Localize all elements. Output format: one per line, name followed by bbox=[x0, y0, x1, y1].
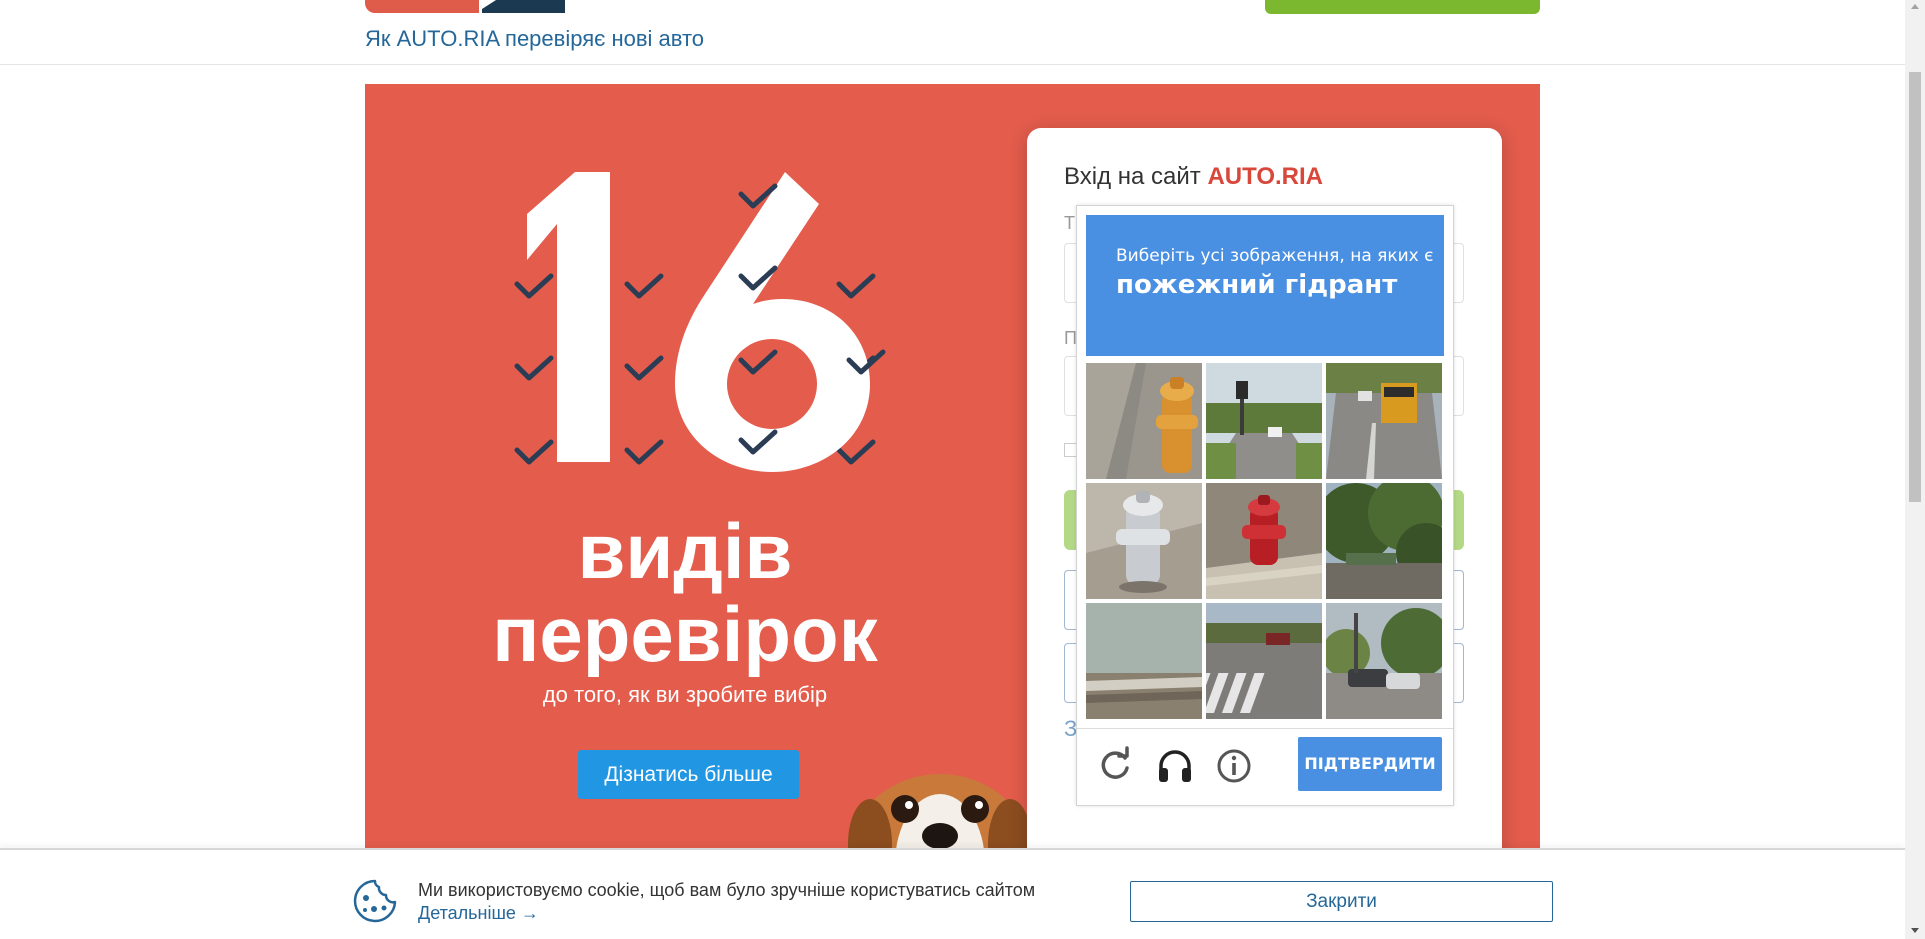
headphones-icon[interactable] bbox=[1155, 746, 1195, 786]
refresh-icon[interactable] bbox=[1095, 746, 1135, 786]
captcha-tile-trees[interactable] bbox=[1326, 483, 1442, 599]
dog-mascot bbox=[840, 764, 1040, 854]
info-icon[interactable] bbox=[1214, 746, 1254, 786]
top-tab-dark[interactable] bbox=[482, 0, 565, 13]
learn-more-button[interactable]: Дізнатись більше bbox=[578, 750, 799, 799]
banner-subtitle: до того, як ви зробите вибір bbox=[542, 682, 828, 707]
captcha-tile-road-traffic[interactable] bbox=[1206, 363, 1322, 479]
scroll-down-arrow-icon[interactable] bbox=[1911, 928, 1919, 933]
number-16-graphic bbox=[527, 172, 886, 472]
cookie-details-link[interactable]: Детальніше → bbox=[418, 903, 539, 924]
login-title-text: Вхід на сайт bbox=[1064, 163, 1208, 190]
banner-headline-1: видів bbox=[577, 507, 793, 595]
dog-icon bbox=[848, 774, 1032, 854]
cookie-close-button[interactable]: Закрити bbox=[1130, 881, 1553, 922]
scroll-up-arrow-icon[interactable] bbox=[1911, 4, 1919, 9]
banner-headline-2: перевірок bbox=[492, 590, 878, 678]
captcha-tile-hydrant-silver[interactable] bbox=[1086, 483, 1202, 599]
page-scrollbar[interactable] bbox=[1905, 0, 1925, 939]
auto-check-link[interactable]: Як AUTO.RIA перевіряє нові авто bbox=[365, 26, 704, 52]
captcha-tile-crosswalk[interactable] bbox=[1206, 603, 1322, 719]
cookie-message: Ми використовуємо cookie, щоб вам було з… bbox=[418, 880, 1036, 900]
scrollbar-thumb[interactable] bbox=[1909, 72, 1921, 502]
captcha-header: Виберіть усі зображення, на яких є пожеж… bbox=[1086, 215, 1444, 356]
password-label: П bbox=[1064, 328, 1077, 348]
login-title: Вхід на сайт AUTO.RIA bbox=[1064, 163, 1323, 191]
captcha-tile-bridge[interactable] bbox=[1086, 603, 1202, 719]
captcha-grid bbox=[1086, 363, 1444, 721]
captcha-target: пожежний гідрант bbox=[1116, 270, 1398, 300]
verify-button[interactable]: ПІДТВЕРДИТИ bbox=[1298, 737, 1442, 791]
cookie-bar: Ми використовуємо cookie, щоб вам було з… bbox=[0, 850, 1905, 939]
cookie-bar-content: Ми використовуємо cookie, щоб вам було з… bbox=[352, 850, 1553, 939]
login-title-brand: AUTO.RIA bbox=[1207, 163, 1323, 190]
captcha-instruction: Виберіть усі зображення, на яких є bbox=[1116, 246, 1434, 266]
big-number-16 bbox=[515, 164, 895, 484]
captcha-footer-divider bbox=[1077, 728, 1453, 729]
captcha-tile-hydrant-red[interactable] bbox=[1206, 483, 1322, 599]
top-green-button[interactable] bbox=[1265, 0, 1540, 14]
header-divider bbox=[0, 64, 1905, 65]
page: Як AUTO.RIA перевіряє нові авто видів пе… bbox=[0, 0, 1925, 939]
captcha-tile-hydrant-yellow[interactable] bbox=[1086, 363, 1202, 479]
captcha-tile-street-cars[interactable] bbox=[1326, 603, 1442, 719]
phone-label: Т bbox=[1064, 213, 1075, 233]
top-tab-red[interactable] bbox=[365, 0, 479, 13]
cookie-icon bbox=[352, 878, 398, 924]
captcha-dialog: Виберіть усі зображення, на яких є пожеж… bbox=[1076, 205, 1454, 806]
captcha-tile-road-bus[interactable] bbox=[1326, 363, 1442, 479]
